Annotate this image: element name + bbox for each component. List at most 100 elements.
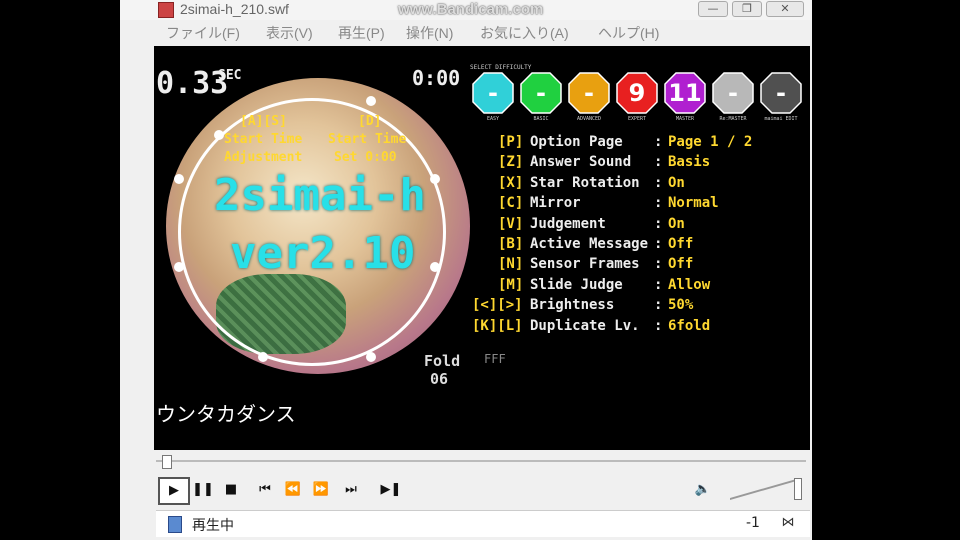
start-set-line1: Start Time bbox=[328, 132, 407, 147]
frame-step-button[interactable]: ▶❚ bbox=[378, 477, 404, 503]
option-value: 50% bbox=[668, 297, 694, 314]
volume-icon[interactable]: 🔈 bbox=[690, 477, 716, 503]
window-title: 2simai-h_210.swf bbox=[180, 1, 289, 17]
difficulty-value: 9 bbox=[628, 79, 646, 107]
menu-help[interactable]: ヘルプ(H) bbox=[598, 23, 659, 43]
menu-file[interactable]: ファイル(F) bbox=[166, 23, 240, 43]
document-icon bbox=[168, 516, 182, 533]
option-key: [Z] bbox=[498, 154, 524, 171]
difficulty-label: EXPERT bbox=[627, 116, 647, 122]
difficulty-label: BASIC bbox=[533, 116, 549, 122]
difficulty-label: MASTER bbox=[675, 116, 695, 122]
option-value: Allow bbox=[668, 276, 711, 293]
option-key: [X] bbox=[498, 174, 524, 191]
sec-unit: SEC bbox=[218, 68, 242, 83]
sensor-dot-8 bbox=[174, 174, 184, 184]
difficulty-3[interactable]: - ADVANCED bbox=[568, 72, 610, 122]
time-display: 0:00 bbox=[412, 66, 461, 90]
menu-control[interactable]: 操作(N) bbox=[406, 23, 453, 43]
menu-play[interactable]: 再生(P) bbox=[338, 23, 385, 43]
difficulty-7[interactable]: - maimai EDIT bbox=[760, 72, 802, 122]
option-name: Sensor Frames bbox=[530, 256, 640, 273]
option-value: On bbox=[668, 215, 685, 232]
previous-button[interactable]: ⏮ bbox=[252, 477, 278, 503]
game-title-line2: ver2.10 bbox=[230, 228, 416, 279]
option-key: [B] bbox=[498, 236, 524, 252]
stop-button[interactable]: ■ bbox=[218, 477, 244, 503]
difficulty-label: maimai EDIT bbox=[764, 116, 798, 122]
select-difficulty-label: SELECT DIFFICULTY bbox=[470, 64, 532, 71]
song-title: ウンタカダンス bbox=[156, 402, 296, 426]
sensor-dot-6 bbox=[258, 352, 268, 362]
maximize-button[interactable]: ❐ bbox=[732, 1, 762, 17]
game-title-line1: 2simai-h bbox=[214, 170, 426, 221]
difficulty-label: EASY bbox=[486, 116, 500, 122]
option-key: [C] bbox=[498, 195, 524, 212]
recorder-watermark: www.Bandicam.com bbox=[398, 1, 544, 18]
start-set-key: [D] bbox=[358, 114, 382, 129]
option-value: 6fold bbox=[668, 317, 711, 334]
option-separator: : bbox=[654, 195, 663, 212]
option-separator: : bbox=[654, 276, 663, 293]
option-name: Judgement bbox=[530, 215, 606, 232]
pause-button[interactable]: ❚❚ bbox=[190, 477, 216, 503]
option-value: On bbox=[668, 174, 685, 191]
fold-value: 06 bbox=[430, 370, 449, 388]
rewind-button[interactable]: ⏪ bbox=[280, 477, 306, 503]
fast-forward-button[interactable]: ⏩ bbox=[308, 477, 334, 503]
difficulty-value: 11 bbox=[668, 79, 702, 107]
option-name: Option Page bbox=[530, 134, 623, 150]
sensor-dot-7 bbox=[174, 262, 184, 272]
difficulty-value: - bbox=[776, 79, 786, 107]
player-window: 2simai-h_210.swf www.Bandicam.com — ❐ ✕ … bbox=[120, 0, 812, 540]
start-adjust-line2: Adjustment bbox=[224, 150, 303, 165]
seek-handle[interactable] bbox=[162, 455, 172, 469]
difficulty-label: ADVANCED bbox=[576, 116, 602, 122]
option-separator: : bbox=[654, 256, 663, 273]
volume-slider[interactable] bbox=[730, 478, 802, 500]
option-key: [K][L] bbox=[472, 317, 523, 334]
volume-readout: -1 bbox=[746, 515, 760, 531]
minimize-button[interactable]: — bbox=[698, 1, 728, 17]
option-value: Page 1 / 2 bbox=[668, 134, 753, 150]
difficulty-2[interactable]: - BASIC bbox=[520, 72, 562, 122]
difficulty-5[interactable]: 11 MASTER bbox=[664, 72, 706, 122]
close-button[interactable]: ✕ bbox=[766, 1, 804, 17]
option-key: [<][>] bbox=[472, 297, 523, 314]
shuffle-icon[interactable]: ⋈ bbox=[776, 515, 800, 533]
option-separator: : bbox=[654, 134, 663, 150]
flash-stage[interactable]: 0.33 SEC 0:00 [A][S] Start Time Adjustme… bbox=[154, 46, 810, 450]
difficulty-value: - bbox=[584, 79, 594, 107]
option-separator: : bbox=[654, 317, 663, 334]
option-value: Off bbox=[668, 236, 694, 252]
seek-bar[interactable] bbox=[156, 455, 806, 469]
difficulty-6[interactable]: - Re:MASTER bbox=[712, 72, 754, 122]
difficulty-4[interactable]: 9 EXPERT bbox=[616, 72, 658, 122]
option-value: Normal bbox=[668, 195, 719, 212]
option-name: Active Message bbox=[530, 236, 649, 252]
option-value: Basis bbox=[668, 154, 711, 171]
volume-handle[interactable] bbox=[794, 478, 802, 500]
sensor-dot-5 bbox=[366, 352, 376, 362]
difficulty-label: Re:MASTER bbox=[719, 116, 747, 122]
sensor-dot-1 bbox=[214, 130, 224, 140]
option-name: Star Rotation bbox=[530, 174, 640, 191]
next-button[interactable]: ⏭ bbox=[338, 477, 364, 503]
option-name: Mirror bbox=[530, 195, 581, 212]
start-adjust-line1: Start Time bbox=[224, 132, 303, 147]
fold-label: Fold bbox=[424, 352, 461, 370]
play-button[interactable]: ▶ bbox=[158, 477, 190, 505]
menu-favorites[interactable]: お気に入り(A) bbox=[480, 23, 569, 43]
option-separator: : bbox=[654, 236, 663, 252]
difficulty-value: - bbox=[728, 79, 738, 107]
menu-view[interactable]: 表示(V) bbox=[266, 23, 313, 43]
difficulty-value: - bbox=[488, 79, 498, 107]
start-adjust-key: [A][S] bbox=[240, 114, 287, 129]
title-bar[interactable]: 2simai-h_210.swf www.Bandicam.com — ❐ ✕ bbox=[120, 0, 812, 20]
option-separator: : bbox=[654, 215, 663, 232]
option-name: Duplicate Lv. bbox=[530, 317, 640, 334]
option-value: Off bbox=[668, 256, 694, 273]
menu-bar: ファイル(F) 表示(V) 再生(P) 操作(N) お気に入り(A) ヘルプ(H… bbox=[120, 20, 812, 44]
difficulty-1[interactable]: - EASY bbox=[472, 72, 514, 122]
playback-status: 再生中 bbox=[192, 518, 234, 534]
